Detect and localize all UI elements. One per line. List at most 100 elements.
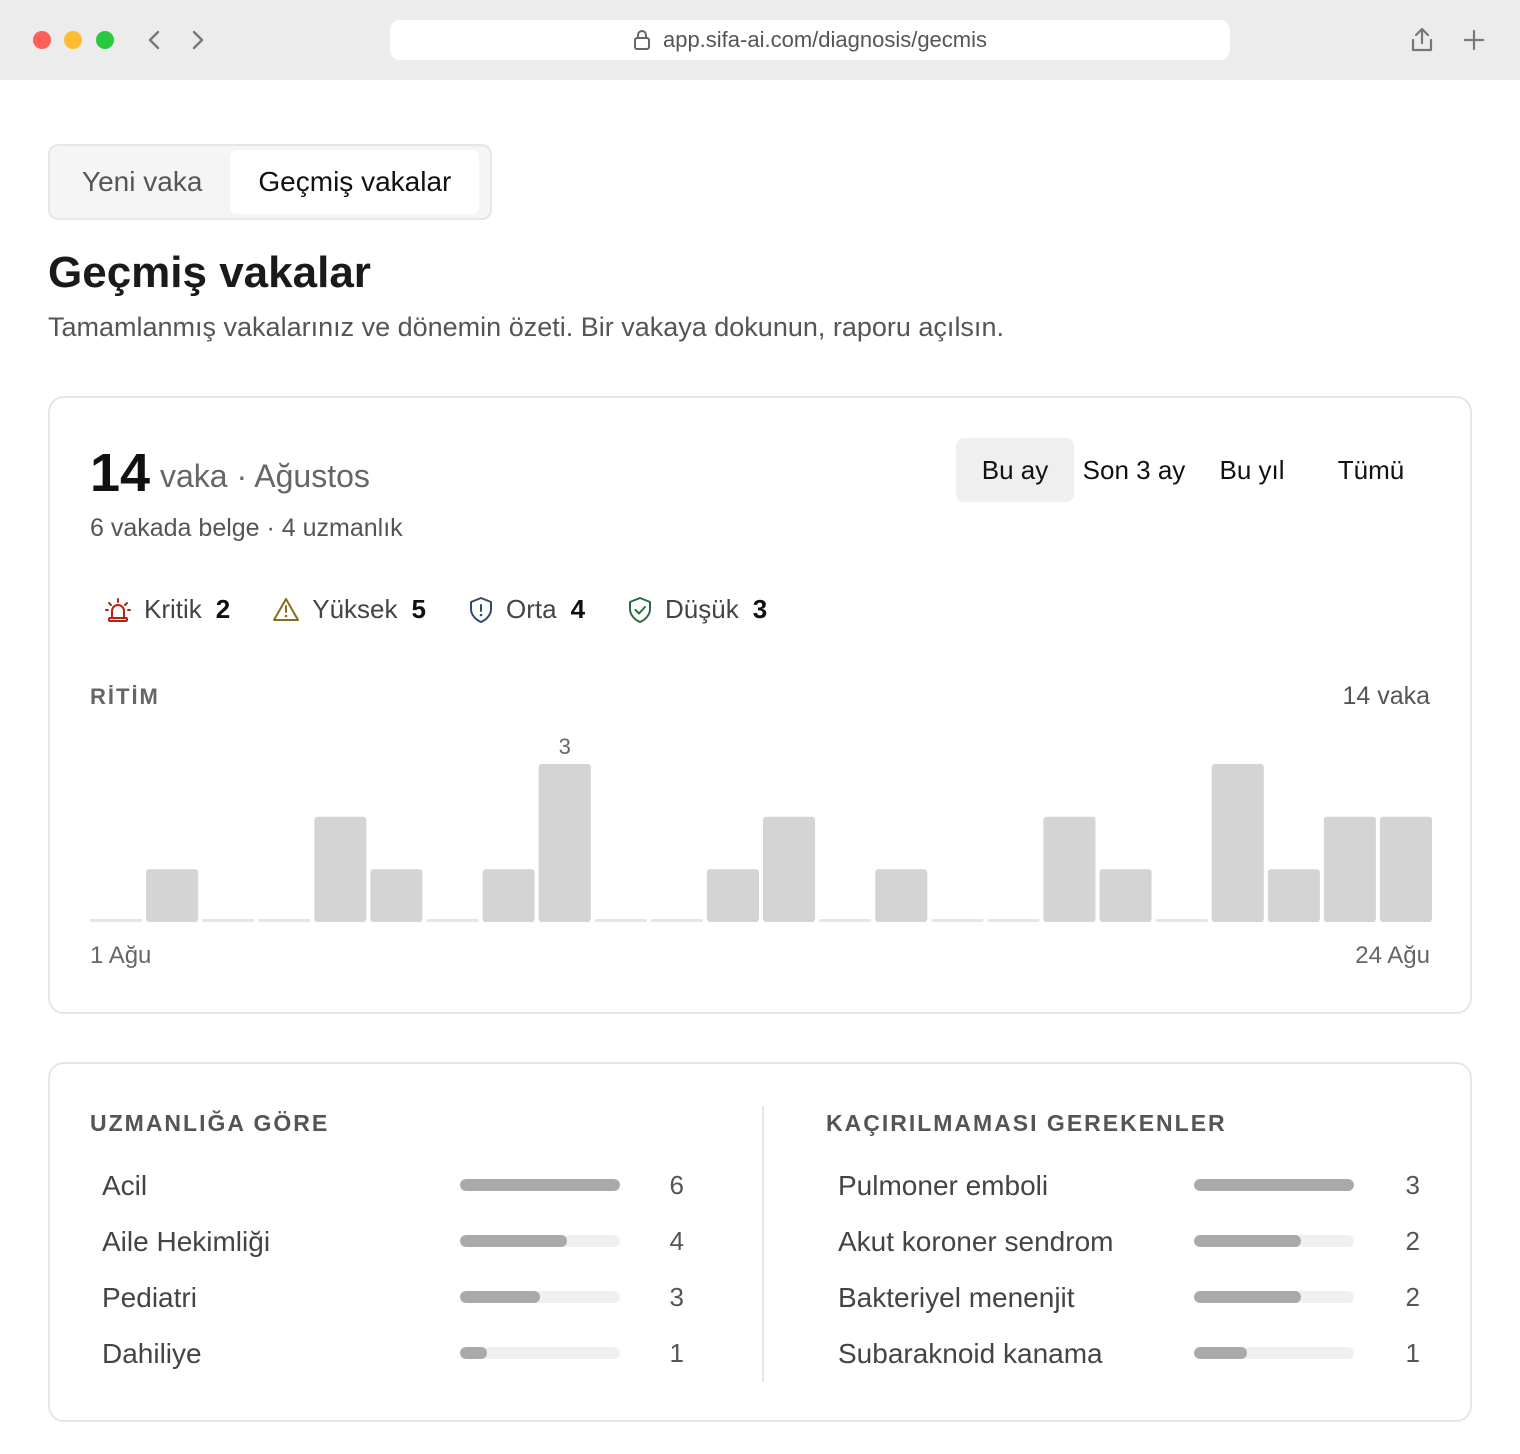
severity-low[interactable]: Düşük 3 <box>627 594 767 625</box>
case-count-label: vaka · Ağustos <box>160 458 370 494</box>
rhythm-bar-day-17[interactable] <box>987 919 1040 922</box>
close-window-button[interactable] <box>33 31 51 49</box>
rhythm-bar-day-20[interactable] <box>1155 919 1208 922</box>
must-not-miss-bar-track <box>1194 1347 1354 1359</box>
must-not-miss-title: KAÇIRILMAMASI GEREKENLER <box>826 1110 1227 1136</box>
new-tab-button[interactable] <box>1458 24 1490 56</box>
must-not-miss-bar-fill <box>1194 1235 1301 1247</box>
tab-past-cases[interactable]: Geçmiş vakalar <box>230 150 480 214</box>
specialty-value: 4 <box>669 1226 684 1256</box>
period-this-year-button[interactable]: Bu yıl <box>1194 438 1310 502</box>
must-not-miss-label: Subaraknoid kanama <box>838 1338 1103 1369</box>
severity-critical-count: 2 <box>215 594 231 624</box>
rhythm-bar-day-1[interactable] <box>90 919 143 922</box>
specialty-value: 6 <box>669 1170 684 1200</box>
forward-button[interactable] <box>186 22 210 58</box>
rhythm-bar-day-10[interactable] <box>594 919 647 922</box>
must-not-miss-bar-fill <box>1194 1347 1248 1359</box>
rhythm-bar-day-15[interactable] <box>875 869 928 922</box>
rhythm-bar-day-19[interactable] <box>1099 869 1152 922</box>
must-not-miss-value: 3 <box>1405 1170 1420 1200</box>
breakdown-card: UZMANLIĞA GÖRE Acil 6 Aile Hekimliği 4 Pedia… <box>48 1062 1472 1422</box>
rhythm-bar-day-12[interactable] <box>706 869 759 922</box>
must-not-miss-bar-track <box>1194 1179 1354 1191</box>
plus-icon <box>1463 29 1485 51</box>
rhythm-bar-day-23[interactable] <box>1323 816 1376 922</box>
rhythm-bar-day-6[interactable] <box>370 869 423 922</box>
warning-triangle-icon <box>273 597 300 621</box>
severity-medium-count: 4 <box>570 594 586 624</box>
axis-start-label: 1 Ağu <box>90 942 152 969</box>
severity-summary: Kritik 2 Yüksek 5 Orta 4 Düşük 3 <box>104 594 809 625</box>
must-not-miss-bar-fill <box>1194 1179 1354 1191</box>
chevron-right-icon <box>192 30 204 50</box>
page-title: Geçmiş vakalar <box>48 248 371 297</box>
section-divider <box>762 1106 764 1382</box>
page-subtitle: Tamamlanmış vakalarınız ve dönemin özeti… <box>48 312 1004 342</box>
minimize-window-button[interactable] <box>64 31 82 49</box>
severity-critical[interactable]: Kritik 2 <box>104 594 230 625</box>
must-not-miss-bar-track <box>1194 1291 1354 1303</box>
specialty-bar-track <box>460 1347 620 1359</box>
rhythm-bar-day-9[interactable] <box>538 764 591 922</box>
rhythm-bar-day-3[interactable] <box>202 919 255 922</box>
specialty-bar-track <box>460 1235 620 1247</box>
must-not-miss-section: KAÇIRILMAMASI GEREKENLER Pulmoner emboli… <box>826 1064 1446 1420</box>
rhythm-bar-day-5[interactable] <box>314 816 367 922</box>
severity-medium-label: Orta <box>505 594 557 624</box>
tab-new-case[interactable]: Yeni vaka <box>54 150 230 214</box>
address-bar[interactable]: app.sifa-ai.com/diagnosis/gecmis <box>390 20 1230 60</box>
specialty-bar-fill <box>460 1347 487 1359</box>
severity-critical-label: Kritik <box>144 594 202 624</box>
summary-subtext: 6 vakada belge · 4 uzmanlık <box>90 514 403 542</box>
maximize-window-button[interactable] <box>96 31 114 49</box>
share-button[interactable] <box>1406 24 1438 56</box>
rhythm-bar-day-7[interactable] <box>426 919 479 922</box>
period-this-month-button[interactable]: Bu ay <box>956 438 1074 502</box>
specialty-bar-track <box>460 1179 620 1191</box>
axis-end-label: 24 Ağu <box>1355 942 1430 969</box>
siren-icon <box>105 597 131 622</box>
rhythm-bar-day-18[interactable] <box>1043 816 1096 922</box>
severity-high[interactable]: Yüksek 5 <box>272 594 426 625</box>
rhythm-chart: 3 <box>90 728 1432 928</box>
rhythm-bar-day-11[interactable] <box>650 919 703 922</box>
view-tabs: Yeni vaka Geçmiş vakalar <box>48 144 492 220</box>
must-not-miss-bar-track <box>1194 1235 1354 1247</box>
summary-card: 14 vaka · Ağustos 6 vakada belge · 4 uzm… <box>48 396 1472 1014</box>
period-last-3-months-button[interactable]: Son 3 ay <box>1074 438 1194 502</box>
case-count: 14 <box>90 443 151 503</box>
rhythm-bar-day-13[interactable] <box>763 816 816 922</box>
shield-alert-icon <box>469 596 492 623</box>
severity-high-label: Yüksek <box>312 594 398 624</box>
severity-medium[interactable]: Orta 4 <box>468 594 585 625</box>
rhythm-bar-day-24[interactable] <box>1379 816 1432 922</box>
rhythm-bar-day-14[interactable] <box>819 919 872 922</box>
specialty-bar-track <box>460 1291 620 1303</box>
rhythm-bar-day-2[interactable] <box>146 869 199 922</box>
rhythm-chart-svg: 3 <box>90 734 1432 922</box>
rhythm-bar-day-8[interactable] <box>482 869 535 922</box>
severity-low-label: Düşük <box>665 594 739 624</box>
rhythm-bar-day-21[interactable] <box>1211 764 1264 922</box>
back-button[interactable] <box>142 22 166 58</box>
must-not-miss-bar-fill <box>1194 1291 1301 1303</box>
must-not-miss-label: Akut koroner sendrom <box>838 1226 1114 1257</box>
rhythm-bar-day-4[interactable] <box>258 919 311 922</box>
specialty-label: Dahiliye <box>102 1338 202 1369</box>
chevron-left-icon <box>148 30 160 50</box>
share-icon <box>1411 27 1433 52</box>
shield-check-icon <box>629 596 652 623</box>
rhythm-bar-value-label: 3 <box>559 734 571 759</box>
by-specialty-title: UZMANLIĞA GÖRE <box>90 1110 330 1136</box>
rhythm-bar-day-22[interactable] <box>1267 869 1320 922</box>
must-not-miss-value: 2 <box>1405 1226 1420 1256</box>
period-selector: Bu ay Son 3 ay Bu yıl Tümü <box>956 438 1432 502</box>
must-not-miss-value: 2 <box>1405 1282 1420 1312</box>
specialty-value: 3 <box>669 1282 684 1312</box>
rhythm-label: RİTİM <box>90 684 160 709</box>
period-all-button[interactable]: Tümü <box>1310 438 1432 502</box>
severity-high-count: 5 <box>411 594 426 624</box>
browser-chrome: app.sifa-ai.com/diagnosis/gecmis <box>0 0 1520 80</box>
rhythm-bar-day-16[interactable] <box>931 919 984 922</box>
